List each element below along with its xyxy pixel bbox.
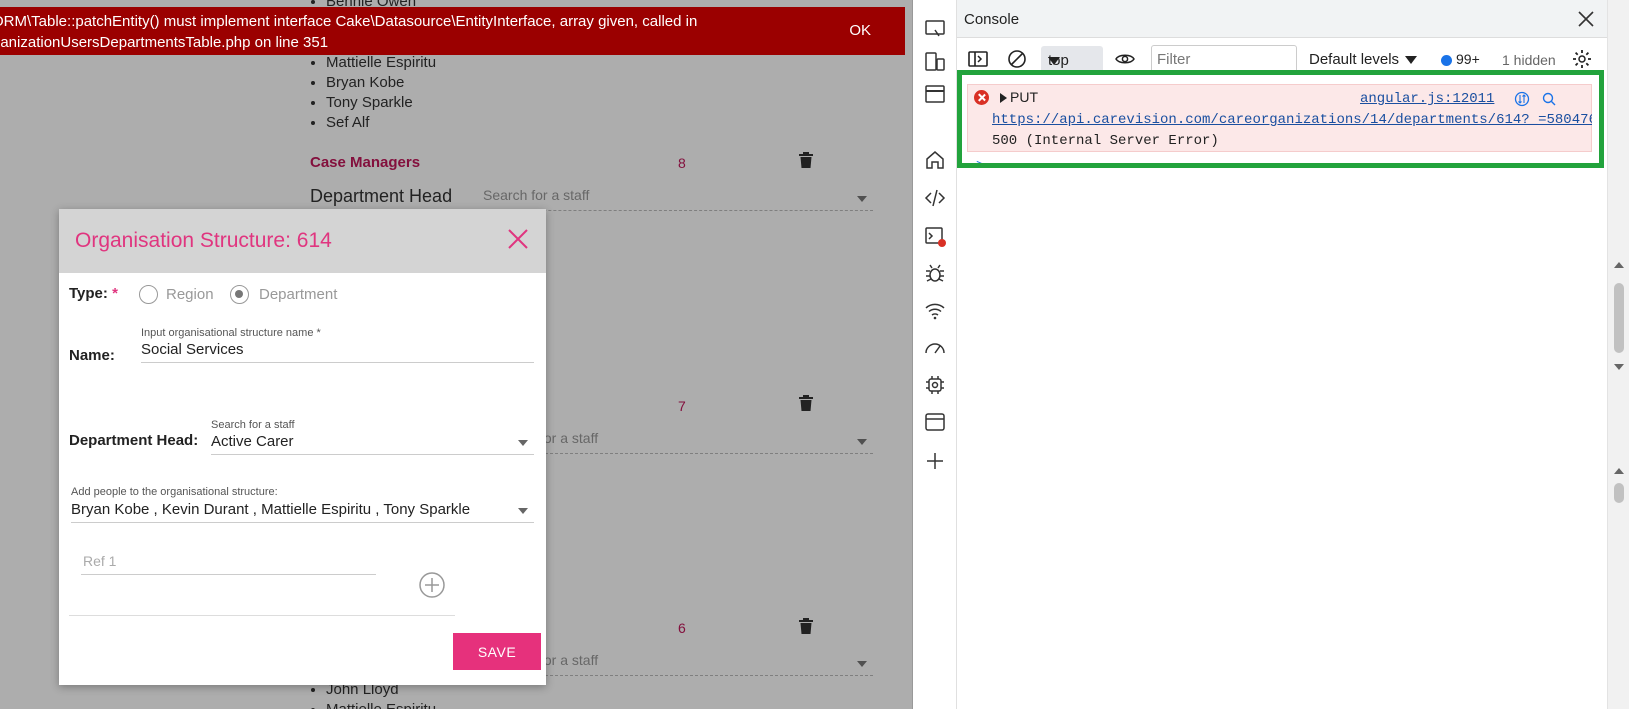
device-toolbar-icon[interactable] (923, 50, 947, 74)
save-button[interactable]: SAVE (453, 633, 541, 670)
memory-chip-icon[interactable] (923, 373, 947, 397)
performance-icon[interactable] (923, 336, 947, 360)
dialog-title: Organisation Structure: 614 (75, 229, 332, 252)
plus-icon[interactable] (923, 449, 947, 473)
console-icon[interactable] (923, 224, 947, 248)
hidden-count: 1 hidden (1502, 52, 1556, 68)
scroll-up-icon[interactable] (1614, 468, 1624, 474)
ref-input[interactable] (81, 547, 376, 575)
wifi-icon[interactable] (923, 299, 947, 323)
console-panel: Console top Default levels 99+ 1 hidden … (957, 0, 1629, 709)
console-header: Console (957, 0, 1607, 38)
caret-down-icon (1048, 57, 1060, 65)
radio-department[interactable] (230, 285, 249, 304)
annotation-highlight-box (957, 70, 1604, 168)
log-levels-value: Default levels (1309, 51, 1400, 68)
sidebar-toggle-icon[interactable] (967, 48, 989, 70)
people-value: Bryan Kobe , Kevin Durant , Mattielle Es… (71, 501, 471, 518)
window-icon[interactable] (923, 82, 947, 106)
screencast-icon[interactable] (923, 17, 947, 41)
scroll-up-icon[interactable] (1614, 262, 1624, 268)
issues-badge[interactable]: 99+ (1441, 51, 1480, 67)
scroll-down-icon[interactable] (1614, 364, 1624, 370)
name-field-label: Input organisational structure name * (141, 327, 321, 339)
radio-department-label[interactable]: Department (259, 286, 337, 303)
issues-count: 99+ (1456, 51, 1480, 67)
error-message-line: ORM\Table::patchEntity() must implement … (0, 13, 698, 30)
issues-icon (1441, 54, 1452, 66)
radio-region-label[interactable]: Region (166, 286, 214, 303)
people-select[interactable]: Bryan Kobe , Kevin Durant , Mattielle Es… (71, 499, 534, 523)
people-field-label: Add people to the organisational structu… (71, 486, 278, 498)
devtools-activity-bar (913, 0, 957, 709)
devtools-panel: Console top Default levels 99+ 1 hidden … (912, 0, 1629, 709)
name-label: Name: (69, 347, 115, 364)
department-head-value: Active Carer (211, 433, 294, 450)
department-head-select[interactable]: Active Carer (211, 431, 534, 455)
elements-icon[interactable] (923, 186, 947, 210)
gear-icon[interactable] (1571, 48, 1593, 70)
scroll-thumb[interactable] (1614, 483, 1624, 503)
add-circle-icon[interactable] (418, 571, 446, 599)
type-label: Type: * (69, 285, 118, 302)
name-input[interactable]: Social Services (141, 339, 534, 363)
organisation-structure-dialog: Organisation Structure: 614 Type: * Regi… (59, 209, 546, 685)
close-icon[interactable] (1575, 8, 1597, 30)
error-banner: ORM\Table::patchEntity() must implement … (0, 7, 905, 55)
bug-icon[interactable] (923, 261, 947, 285)
chevron-down-icon (518, 508, 528, 514)
department-head-field-label: Search for a staff (211, 419, 295, 431)
home-icon[interactable] (923, 148, 947, 172)
ok-button[interactable]: OK (849, 22, 871, 39)
scroll-thumb[interactable] (1614, 283, 1624, 353)
divider (69, 615, 455, 616)
radio-region[interactable] (139, 285, 158, 304)
console-title: Console (964, 11, 1020, 28)
eye-icon[interactable] (1114, 48, 1136, 70)
department-head-label: Department Head: (69, 432, 199, 449)
close-icon[interactable] (506, 227, 530, 251)
scrollbar[interactable] (1607, 0, 1629, 709)
log-levels-select[interactable]: Default levels (1309, 51, 1418, 68)
filter-input[interactable] (1151, 45, 1297, 73)
type-label-text: Type: (69, 285, 108, 302)
required-mark: * (112, 285, 118, 302)
dialog-header: Organisation Structure: 614 (59, 209, 546, 273)
error-message-line: ganizationUsersDepartmentsTable.php on l… (0, 34, 329, 51)
web-app: Bennie Owen Mattielle Espiritu Bryan Kob… (0, 0, 912, 709)
application-icon[interactable] (923, 410, 947, 434)
clear-console-icon[interactable] (1006, 48, 1028, 70)
caret-down-icon (1405, 56, 1418, 65)
chevron-down-icon (518, 440, 528, 446)
error-message: ORM\Table::patchEntity() must implement … (0, 11, 820, 53)
